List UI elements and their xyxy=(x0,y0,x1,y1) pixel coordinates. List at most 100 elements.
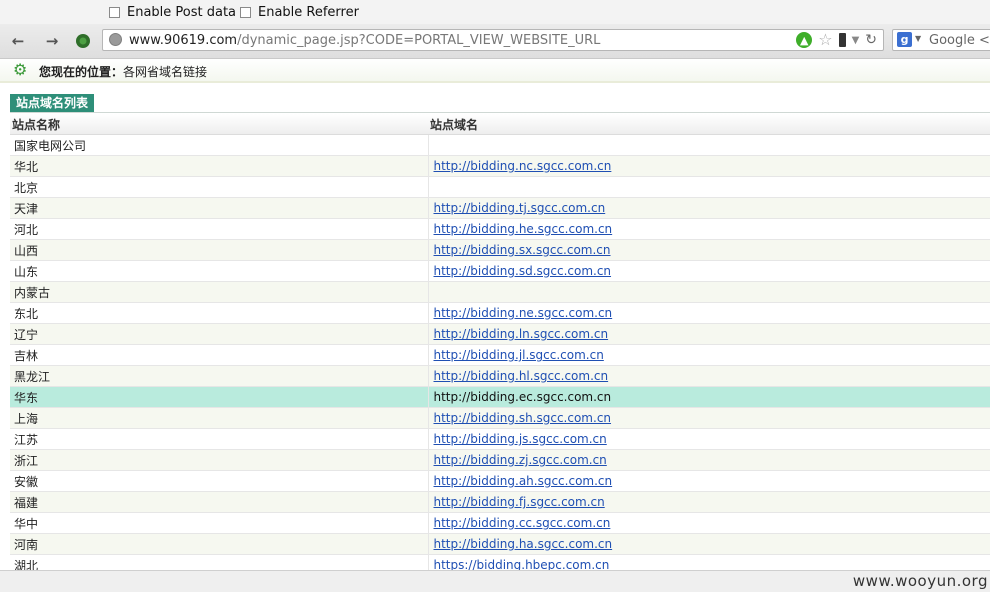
site-domain-link[interactable]: http://bidding.nc.sgcc.com.cn xyxy=(434,159,612,173)
table-row: 安徽 http://bidding.ah.sgcc.com.cn xyxy=(10,470,990,492)
table-row: 山西 http://bidding.sx.sgcc.com.cn xyxy=(10,239,990,261)
globe-icon[interactable] xyxy=(109,33,122,46)
status-bar: www.wooyun.org xyxy=(0,570,990,592)
site-domain-link[interactable]: http://bidding.cc.sgcc.com.cn xyxy=(434,516,611,530)
site-domain-cell: http://bidding.fj.sgcc.com.cn xyxy=(428,491,990,513)
table-row: 华东 http://bidding.ec.sgcc.com.cn xyxy=(10,386,990,408)
site-domain-cell: http://bidding.ha.sgcc.com.cn xyxy=(428,533,990,555)
site-domain-cell: http://bidding.zj.sgcc.com.cn xyxy=(428,449,990,471)
site-name-cell: 国家电网公司 xyxy=(10,134,429,156)
site-domain-cell: http://bidding.nc.sgcc.com.cn xyxy=(428,155,990,177)
site-domain-link[interactable]: http://bidding.js.sgcc.com.cn xyxy=(434,432,607,446)
address-bar[interactable]: www.90619.com/dynamic_page.jsp?CODE=PORT… xyxy=(102,29,884,51)
reload-icon[interactable]: ↻ xyxy=(865,32,877,48)
site-domain-cell: http://bidding.jl.sgcc.com.cn xyxy=(428,344,990,366)
url-host: www.90619.com xyxy=(129,33,238,48)
addon-icon[interactable] xyxy=(74,32,92,50)
site-domain-link[interactable]: http://bidding.ha.sgcc.com.cn xyxy=(434,537,613,551)
table-row: 华中 http://bidding.cc.sgcc.com.cn xyxy=(10,512,990,534)
site-domain-link[interactable]: http://bidding.ne.sgcc.com.cn xyxy=(434,306,613,320)
site-domain-link[interactable]: http://bidding.hl.sgcc.com.cn xyxy=(434,369,609,383)
site-domain-cell xyxy=(428,281,990,303)
site-name-cell: 上海 xyxy=(10,407,429,429)
hackbar-toolbar: Enable Post data Enable Referrer xyxy=(0,0,990,24)
table-row: 内蒙古 xyxy=(10,281,990,303)
star-icon[interactable]: ☆ xyxy=(818,32,832,48)
site-domain-link[interactable]: http://bidding.sh.sgcc.com.cn xyxy=(434,411,612,425)
site-domain-cell: http://bidding.tj.sgcc.com.cn xyxy=(428,197,990,219)
site-name-cell: 内蒙古 xyxy=(10,281,429,303)
site-name-cell: 吉林 xyxy=(10,344,429,366)
site-domain-cell xyxy=(428,134,990,156)
forward-icon[interactable]: → xyxy=(43,32,61,50)
google-icon[interactable]: g xyxy=(897,32,912,47)
site-name-cell: 天津 xyxy=(10,197,429,219)
table-row: 上海 http://bidding.sh.sgcc.com.cn xyxy=(10,407,990,429)
site-domain-link[interactable]: http://bidding.ah.sgcc.com.cn xyxy=(434,474,613,488)
site-domain-cell: http://bidding.sh.sgcc.com.cn xyxy=(428,407,990,429)
site-domain-cell: http://bidding.sx.sgcc.com.cn xyxy=(428,239,990,261)
site-name-cell: 山东 xyxy=(10,260,429,282)
table-row: 山东 http://bidding.sd.sgcc.com.cn xyxy=(10,260,990,282)
enable-post-data-label: Enable Post data xyxy=(127,4,237,20)
site-domain-link[interactable]: http://bidding.ec.sgcc.com.cn xyxy=(434,390,612,404)
site-domain-link[interactable]: http://bidding.ln.sgcc.com.cn xyxy=(434,327,609,341)
table-row: 辽宁 http://bidding.ln.sgcc.com.cn xyxy=(10,323,990,345)
site-name-cell: 黑龙江 xyxy=(10,365,429,387)
table-body: 国家电网公司 华北 http://bidding.nc.sgcc.com.cn 北京天… xyxy=(10,134,990,576)
go-icon[interactable]: ▲ xyxy=(796,32,813,48)
column-header-site-domain: 站点域名 xyxy=(428,114,990,135)
search-engine-dropdown-icon[interactable]: ▼ xyxy=(915,34,921,43)
site-domain-cell: http://bidding.he.sgcc.com.cn xyxy=(428,218,990,240)
site-name-cell: 山西 xyxy=(10,239,429,261)
navigation-bar: ← → www.90619.com/dynamic_page.jsp?CODE=… xyxy=(0,24,990,59)
breadcrumb: ⚙ 您现在的位置：各网省域名链接 xyxy=(0,59,990,83)
table-row: 天津 http://bidding.tj.sgcc.com.cn xyxy=(10,197,990,219)
site-domain-link[interactable]: http://bidding.jl.sgcc.com.cn xyxy=(434,348,604,362)
back-icon[interactable]: ← xyxy=(9,32,27,50)
site-domain-cell: http://bidding.ne.sgcc.com.cn xyxy=(428,302,990,324)
site-name-cell: 辽宁 xyxy=(10,323,429,345)
dropdown-icon[interactable]: ▼ xyxy=(852,35,860,46)
site-domain-link[interactable]: http://bidding.tj.sgcc.com.cn xyxy=(434,201,606,215)
enable-post-data-checkbox[interactable]: Enable Post data xyxy=(109,4,237,20)
search-box[interactable]: g ▼ Google <C xyxy=(892,29,990,51)
table-row: 黑龙江 http://bidding.hl.sgcc.com.cn xyxy=(10,365,990,387)
site-name-cell: 河北 xyxy=(10,218,429,240)
table-row: 河南 http://bidding.ha.sgcc.com.cn xyxy=(10,533,990,555)
url-text[interactable]: www.90619.com/dynamic_page.jsp?CODE=PORT… xyxy=(129,33,600,48)
breadcrumb-text: 您现在的位置：各网省域名链接 xyxy=(39,63,207,80)
site-name-cell: 安徽 xyxy=(10,470,429,492)
site-domain-link[interactable]: http://bidding.he.sgcc.com.cn xyxy=(434,222,613,236)
table-row: 国家电网公司 xyxy=(10,134,990,156)
table-row: 吉林 http://bidding.jl.sgcc.com.cn xyxy=(10,344,990,366)
site-domain-cell: http://bidding.ah.sgcc.com.cn xyxy=(428,470,990,492)
site-name-cell: 华中 xyxy=(10,512,429,534)
enable-referrer-checkbox[interactable]: Enable Referrer xyxy=(240,5,359,20)
site-domain-link[interactable]: http://bidding.zj.sgcc.com.cn xyxy=(434,453,607,467)
site-domain-table: 站点名称 站点域名 国家电网公司 华北 http://bidding.nc.sgcc… xyxy=(10,114,990,576)
breadcrumb-prefix: 您现在的位置： xyxy=(39,65,124,79)
site-name-cell: 福建 xyxy=(10,491,429,513)
mobile-icon[interactable] xyxy=(838,33,846,47)
url-path: /dynamic_page.jsp?CODE=PORTAL_VIEW_WEBSI… xyxy=(237,33,601,48)
site-domain-cell: http://bidding.ec.sgcc.com.cn xyxy=(428,386,990,408)
site-domain-cell: http://bidding.hl.sgcc.com.cn xyxy=(428,365,990,387)
site-name-cell: 华东 xyxy=(10,386,429,408)
checkbox-box[interactable] xyxy=(240,6,251,18)
site-domain-link[interactable]: http://bidding.sx.sgcc.com.cn xyxy=(434,243,611,257)
column-header-site-name: 站点名称 xyxy=(10,114,428,135)
table-row: 福建 http://bidding.fj.sgcc.com.cn xyxy=(10,491,990,513)
site-domain-cell: http://bidding.cc.sgcc.com.cn xyxy=(428,512,990,534)
table-row: 浙江 http://bidding.zj.sgcc.com.cn xyxy=(10,449,990,471)
table-row: 东北 http://bidding.ne.sgcc.com.cn xyxy=(10,302,990,324)
site-name-cell: 浙江 xyxy=(10,449,429,471)
site-domain-link[interactable]: http://bidding.fj.sgcc.com.cn xyxy=(434,495,605,509)
breadcrumb-current: 各网省域名链接 xyxy=(123,65,208,79)
site-domain-cell: http://bidding.js.sgcc.com.cn xyxy=(428,428,990,450)
site-domain-link[interactable]: http://bidding.sd.sgcc.com.cn xyxy=(434,264,612,278)
site-name-cell: 东北 xyxy=(10,302,429,324)
table-row: 河北 http://bidding.he.sgcc.com.cn xyxy=(10,218,990,240)
checkbox-box[interactable] xyxy=(109,6,120,18)
search-input[interactable]: Google <C xyxy=(929,33,990,48)
